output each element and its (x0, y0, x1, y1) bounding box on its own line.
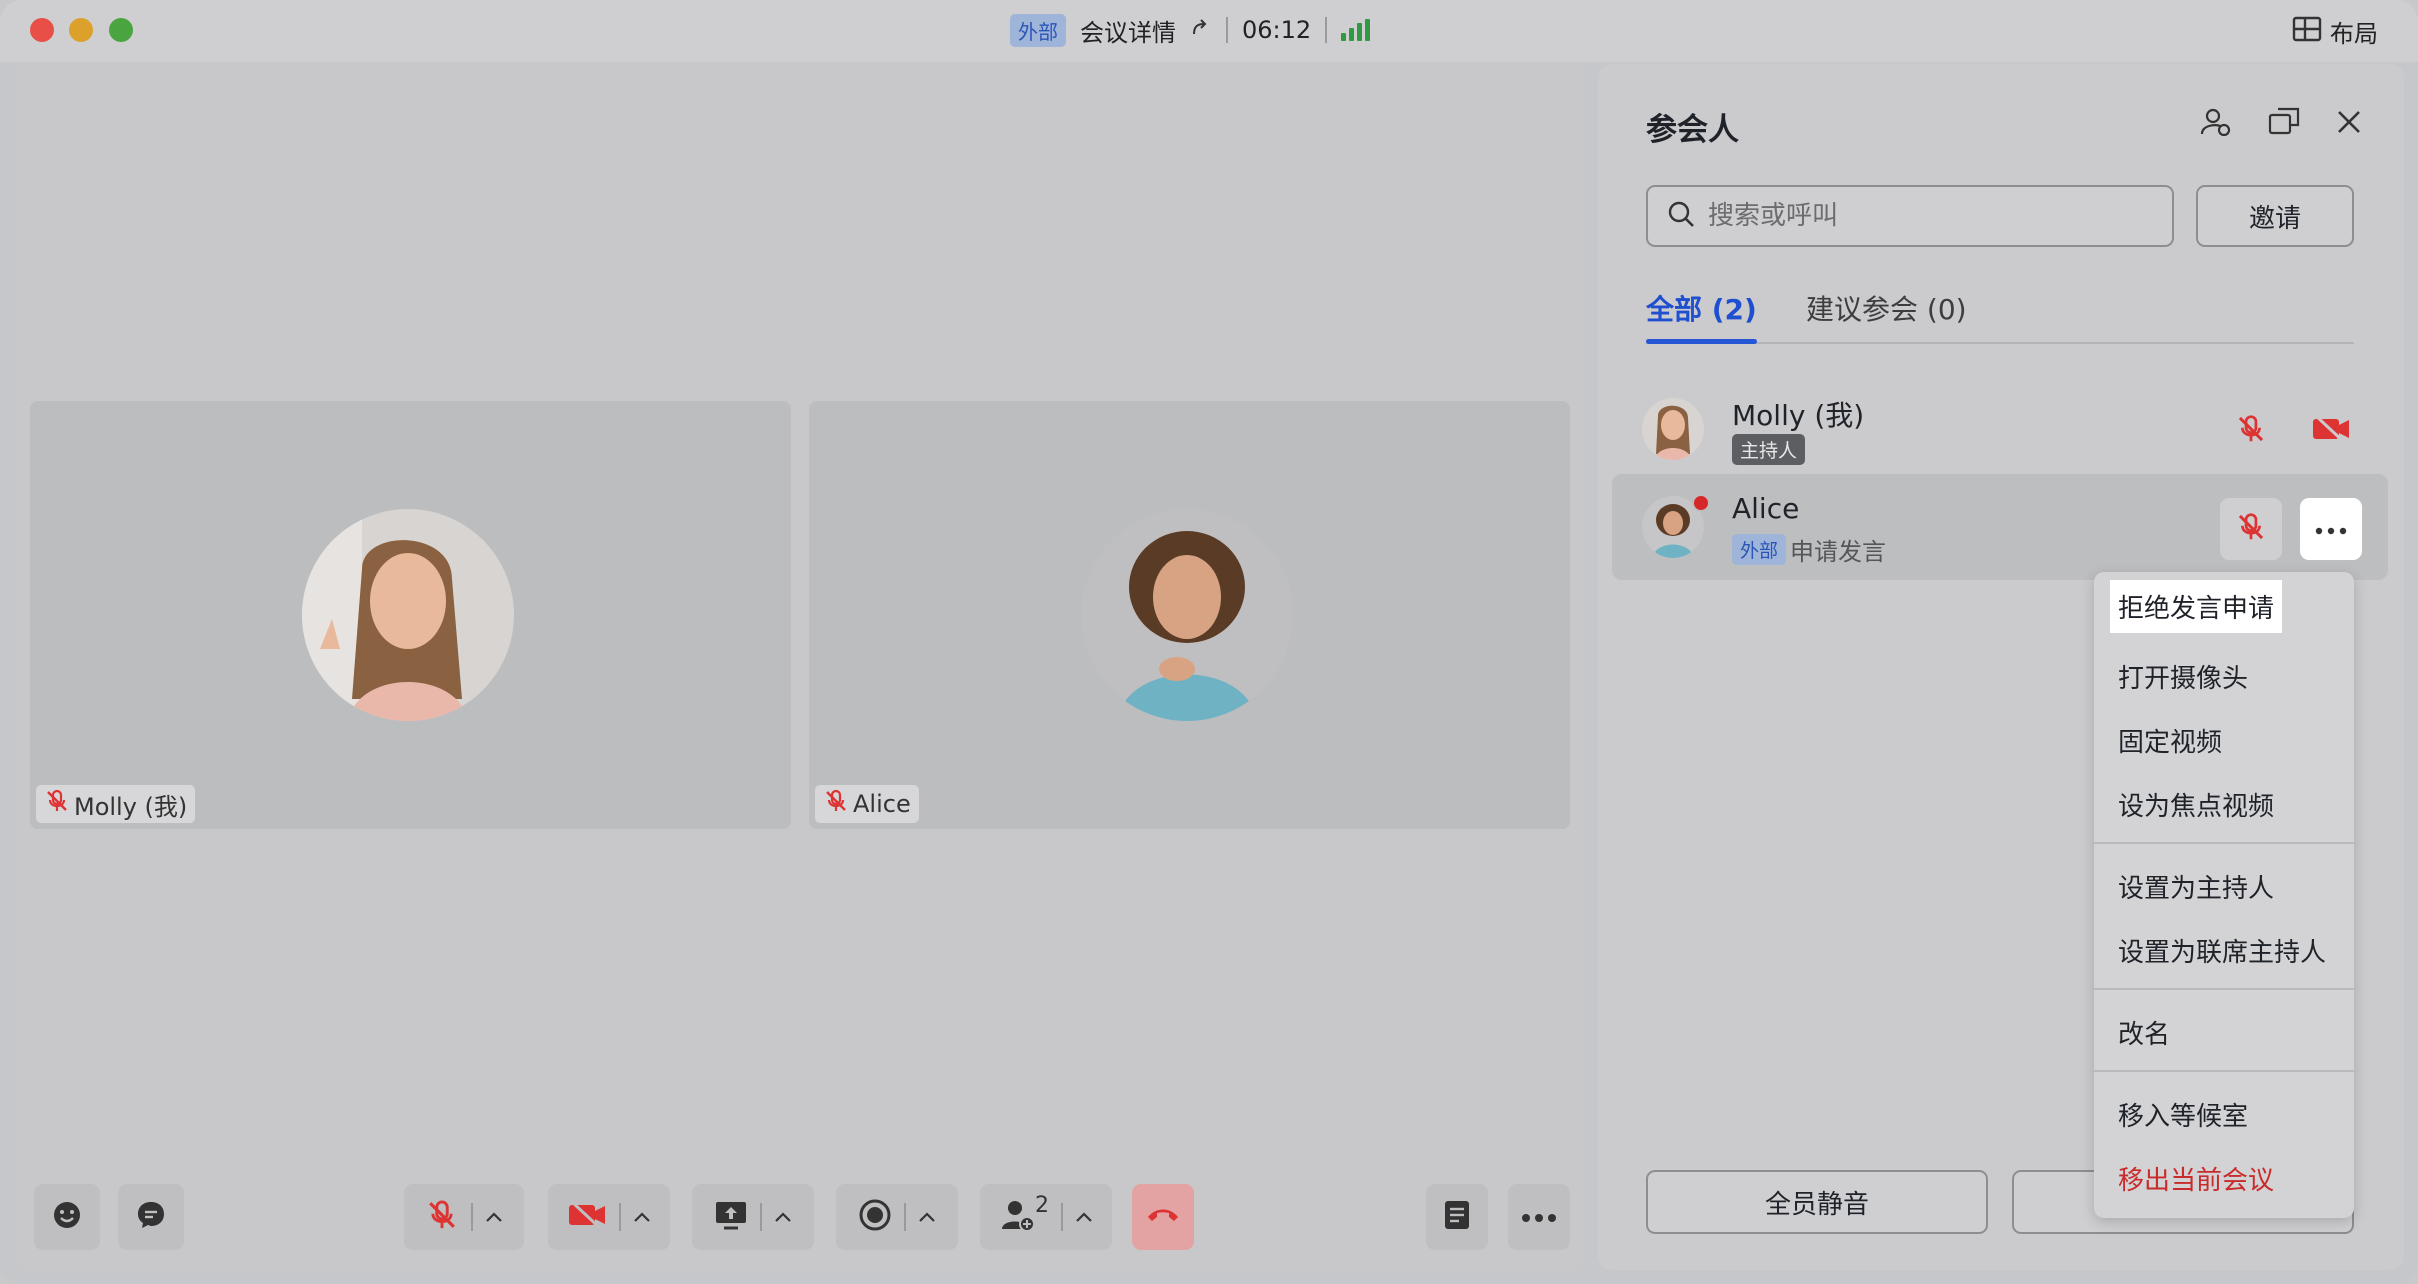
more-button[interactable] (1508, 1184, 1570, 1250)
external-badge: 外部 (1732, 534, 1787, 565)
search-icon (1666, 199, 1696, 233)
layout-label: 布局 (2330, 20, 2378, 48)
share-screen-button[interactable] (692, 1184, 814, 1250)
mic-muted-icon (2235, 413, 2267, 449)
search-field[interactable] (1646, 185, 2174, 247)
chevron-up-icon[interactable] (774, 1208, 792, 1227)
chevron-up-icon[interactable] (633, 1208, 651, 1227)
emoji-icon (51, 1199, 83, 1235)
layout-button[interactable]: 布局 (2292, 14, 2378, 49)
search-input[interactable] (1708, 201, 2148, 231)
participant-row-molly[interactable]: Molly (我) 主持人 (1612, 376, 2388, 482)
meeting-toolbar: 2 (14, 1184, 1586, 1254)
menu-item-reject-speak-request[interactable]: 拒绝发言申请 (2110, 580, 2283, 633)
mute-all-button[interactable]: 全员静音 (1646, 1170, 1988, 1234)
chat-button[interactable] (118, 1184, 184, 1250)
menu-divider (2094, 988, 2354, 990)
participant-count: 2 (1035, 1192, 1049, 1218)
title-divider (1226, 17, 1228, 43)
close-window-button[interactable] (30, 18, 54, 42)
chevron-up-icon[interactable] (1075, 1208, 1093, 1227)
notes-button[interactable] (1426, 1184, 1488, 1250)
avatar (1081, 509, 1293, 721)
record-button[interactable] (836, 1184, 958, 1250)
more-dots-icon (2315, 520, 2347, 539)
mute-toggle-button[interactable] (2220, 498, 2282, 560)
participant-tabs: 全部 (2) 建议参会 (0) (1646, 288, 2354, 344)
menu-divider (2094, 842, 2354, 844)
camera-off-icon (567, 1199, 607, 1235)
mic-muted-icon (823, 788, 849, 820)
menu-item-set-focus-video[interactable]: 设为焦点视频 (2118, 786, 2274, 823)
tab-suggested[interactable]: 建议参会 (0) (1806, 288, 1967, 328)
mic-muted-icon (2235, 511, 2267, 547)
document-icon (1443, 1199, 1471, 1235)
participant-name-tag: Molly (我) (36, 785, 196, 823)
avatar (1642, 398, 1704, 460)
participant-name-tag: Alice (815, 785, 919, 823)
invite-button[interactable]: 邀请 (2196, 185, 2354, 247)
title-divider (1325, 17, 1328, 43)
speak-request-status: 申请发言 (1790, 538, 1886, 566)
participant-context-menu: 拒绝发言申请 打开摄像头 固定视频 设为焦点视频 设置为主持人 设置为联席主持人… (2094, 572, 2354, 1218)
share-icon[interactable] (1190, 16, 1212, 44)
row-controls (2220, 400, 2362, 462)
meeting-info: 外部 会议详情 06:12 (1010, 12, 1371, 48)
microphone-button[interactable] (404, 1184, 524, 1250)
video-tile-alice[interactable]: Alice (809, 401, 1570, 829)
video-stage: Molly (我) Alice 2 (14, 64, 1586, 1270)
row-controls (2220, 498, 2362, 560)
more-options-button[interactable] (2300, 498, 2362, 560)
menu-item-pin-video[interactable]: 固定视频 (2118, 722, 2222, 759)
pop-out-icon[interactable] (2268, 107, 2300, 141)
grid-layout-icon (2292, 16, 2322, 48)
chevron-up-icon[interactable] (485, 1208, 503, 1227)
zoom-window-button[interactable] (109, 18, 133, 42)
menu-item-rename[interactable]: 改名 (2118, 1014, 2170, 1051)
participant-name: Alice (853, 790, 911, 818)
mic-muted-icon (425, 1198, 459, 1236)
record-icon (858, 1198, 892, 1236)
meeting-details-link[interactable]: 会议详情 (1080, 13, 1176, 48)
share-screen-icon (714, 1199, 748, 1235)
menu-item-remove-from-meeting[interactable]: 移出当前会议 (2118, 1160, 2274, 1197)
participant-row-alice[interactable]: Alice 外部 申请发言 (1612, 474, 2388, 580)
reaction-button[interactable] (34, 1184, 100, 1250)
chat-bubble-icon (135, 1199, 167, 1235)
meeting-timer: 06:12 (1242, 16, 1312, 44)
menu-item-turn-on-camera[interactable]: 打开摄像头 (2118, 658, 2248, 695)
menu-item-make-host[interactable]: 设置为主持人 (2118, 868, 2274, 905)
hang-up-icon (1146, 1205, 1180, 1229)
add-participant-icon (999, 1197, 1039, 1237)
menu-item-move-to-waiting-room[interactable]: 移入等候室 (2118, 1096, 2248, 1133)
video-tile-molly[interactable]: Molly (我) (30, 401, 791, 829)
mic-muted-icon (44, 788, 70, 820)
participants-button[interactable]: 2 (980, 1184, 1112, 1250)
panel-actions (2200, 106, 2362, 142)
signal-strength-icon[interactable] (1341, 19, 1371, 41)
menu-item-make-cohost[interactable]: 设置为联席主持人 (2118, 932, 2326, 969)
title-bar: 外部 会议详情 06:12 布局 (0, 0, 2418, 62)
panel-title: 参会人 (1646, 112, 1739, 148)
leave-meeting-button[interactable] (1132, 1184, 1194, 1250)
menu-divider (2094, 1070, 2354, 1072)
host-badge: 主持人 (1732, 434, 1806, 465)
more-dots-icon (1521, 1208, 1557, 1227)
meeting-window: 外部 会议详情 06:12 布局 Molly (我) Alice 2 参会人 搜… (0, 0, 2418, 1284)
camera-off-icon (2311, 413, 2351, 449)
close-icon[interactable] (2336, 109, 2362, 139)
camera-button[interactable] (548, 1184, 670, 1250)
raise-hand-indicator (1692, 494, 1710, 512)
participant-settings-icon[interactable] (2200, 106, 2232, 142)
chevron-up-icon[interactable] (918, 1208, 936, 1227)
tab-all[interactable]: 全部 (2) (1646, 288, 1757, 344)
avatar (302, 509, 514, 721)
participant-name: Molly (我) (74, 792, 188, 821)
participant-name: Molly (我) (1732, 399, 1865, 432)
mute-toggle-button[interactable] (2220, 400, 2282, 462)
external-tag: 外部 (1010, 13, 1066, 47)
minimize-window-button[interactable] (69, 18, 93, 42)
participant-name: Alice (1732, 492, 1800, 525)
camera-toggle-button[interactable] (2300, 400, 2362, 462)
